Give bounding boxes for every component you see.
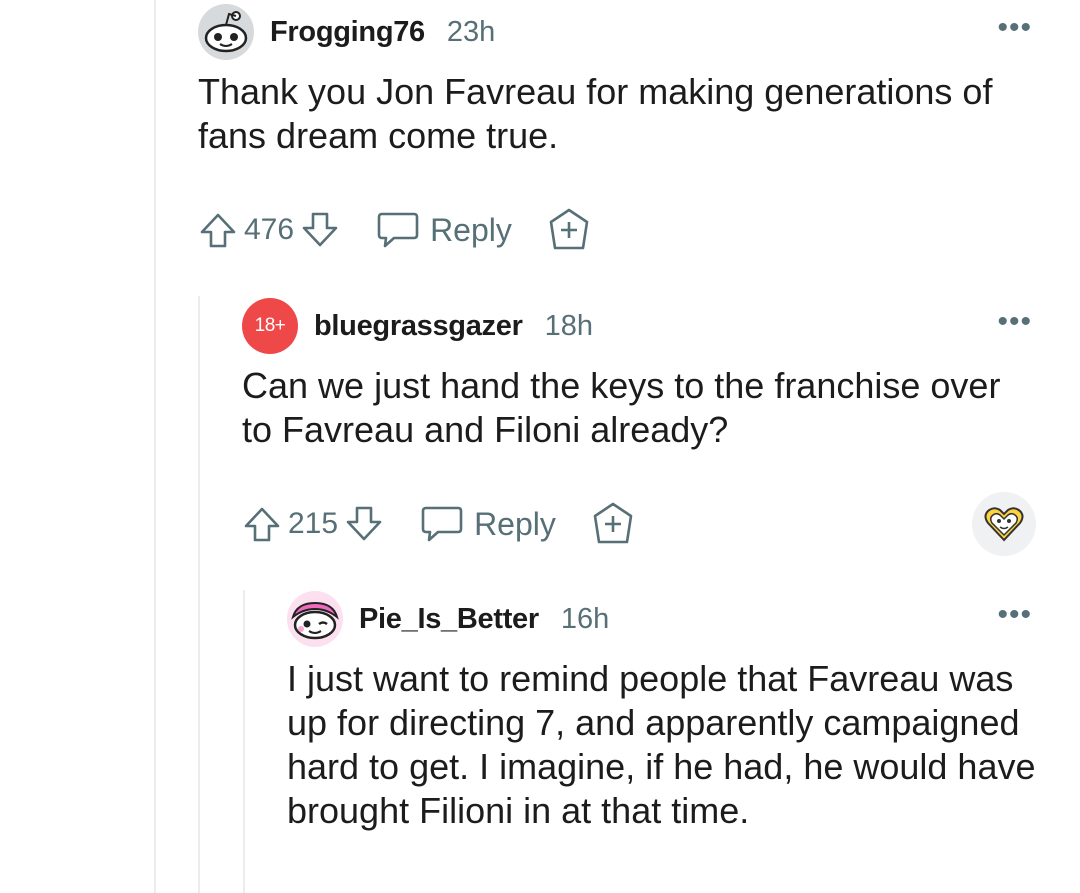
reply-button[interactable]: Reply xyxy=(376,210,512,250)
comment-header: Pie_Is_Better 16h ••• xyxy=(287,591,1080,647)
award-button[interactable] xyxy=(590,501,636,547)
more-options-button[interactable]: ••• xyxy=(997,600,1032,630)
nsfw-badge: 18+ xyxy=(254,315,286,336)
vote-count: 476 xyxy=(244,213,295,246)
award-plus-icon xyxy=(593,502,633,544)
award-plus-icon xyxy=(549,208,589,250)
timestamp: 23h xyxy=(446,15,496,48)
thread-line-level-1[interactable] xyxy=(154,0,156,893)
comment-header: 18+ bluegrassgazer 18h ••• xyxy=(242,298,1080,354)
comment: 18+ bluegrassgazer 18h ••• Can we just h… xyxy=(242,298,1080,556)
comment-actions: 215 Reply xyxy=(242,492,1080,556)
comment-body: Thank you Jon Favreau for making generat… xyxy=(198,71,993,156)
heart-award-icon xyxy=(984,507,1024,542)
user-avatar[interactable] xyxy=(198,4,254,60)
speech-bubble-icon xyxy=(377,212,419,248)
user-avatar[interactable] xyxy=(287,591,343,647)
snoo-avatar-pink-icon xyxy=(287,591,343,647)
upvote-icon[interactable] xyxy=(242,504,282,544)
reply-button[interactable]: Reply xyxy=(420,504,556,544)
username[interactable]: Pie_Is_Better xyxy=(359,603,539,636)
comment: Frogging76 23h ••• Thank you Jon Favreau… xyxy=(198,4,1080,260)
snoo-avatar-icon xyxy=(198,4,254,60)
more-options-button[interactable]: ••• xyxy=(997,307,1032,337)
received-award[interactable] xyxy=(972,492,1036,556)
comment-body: I just want to remind people that Favrea… xyxy=(287,658,1036,831)
reply-label: Reply xyxy=(430,211,512,248)
more-options-button[interactable]: ••• xyxy=(997,13,1032,43)
username[interactable]: Frogging76 xyxy=(270,16,425,49)
comment-actions: 476 Reply xyxy=(198,200,1080,260)
comment: Pie_Is_Better 16h ••• I just want to rem… xyxy=(287,591,1080,833)
reply-label: Reply xyxy=(474,505,556,542)
timestamp: 18h xyxy=(544,309,593,342)
vote-count: 215 xyxy=(288,507,339,540)
award-button[interactable] xyxy=(546,207,592,253)
comment-header: Frogging76 23h ••• xyxy=(198,4,1080,60)
timestamp: 16h xyxy=(560,602,610,635)
downvote-icon[interactable] xyxy=(344,504,384,544)
downvote-icon[interactable] xyxy=(300,210,340,250)
speech-bubble-icon xyxy=(421,506,463,542)
thread-line-level-2[interactable] xyxy=(198,296,200,893)
thread-line-level-3[interactable] xyxy=(243,590,245,893)
upvote-icon[interactable] xyxy=(198,210,238,250)
comment-body: Can we just hand the keys to the franchi… xyxy=(242,365,1001,450)
nsfw-avatar[interactable]: 18+ xyxy=(242,298,298,354)
username[interactable]: bluegrassgazer xyxy=(314,310,523,343)
comment-thread: Frogging76 23h ••• Thank you Jon Favreau… xyxy=(0,0,1080,893)
